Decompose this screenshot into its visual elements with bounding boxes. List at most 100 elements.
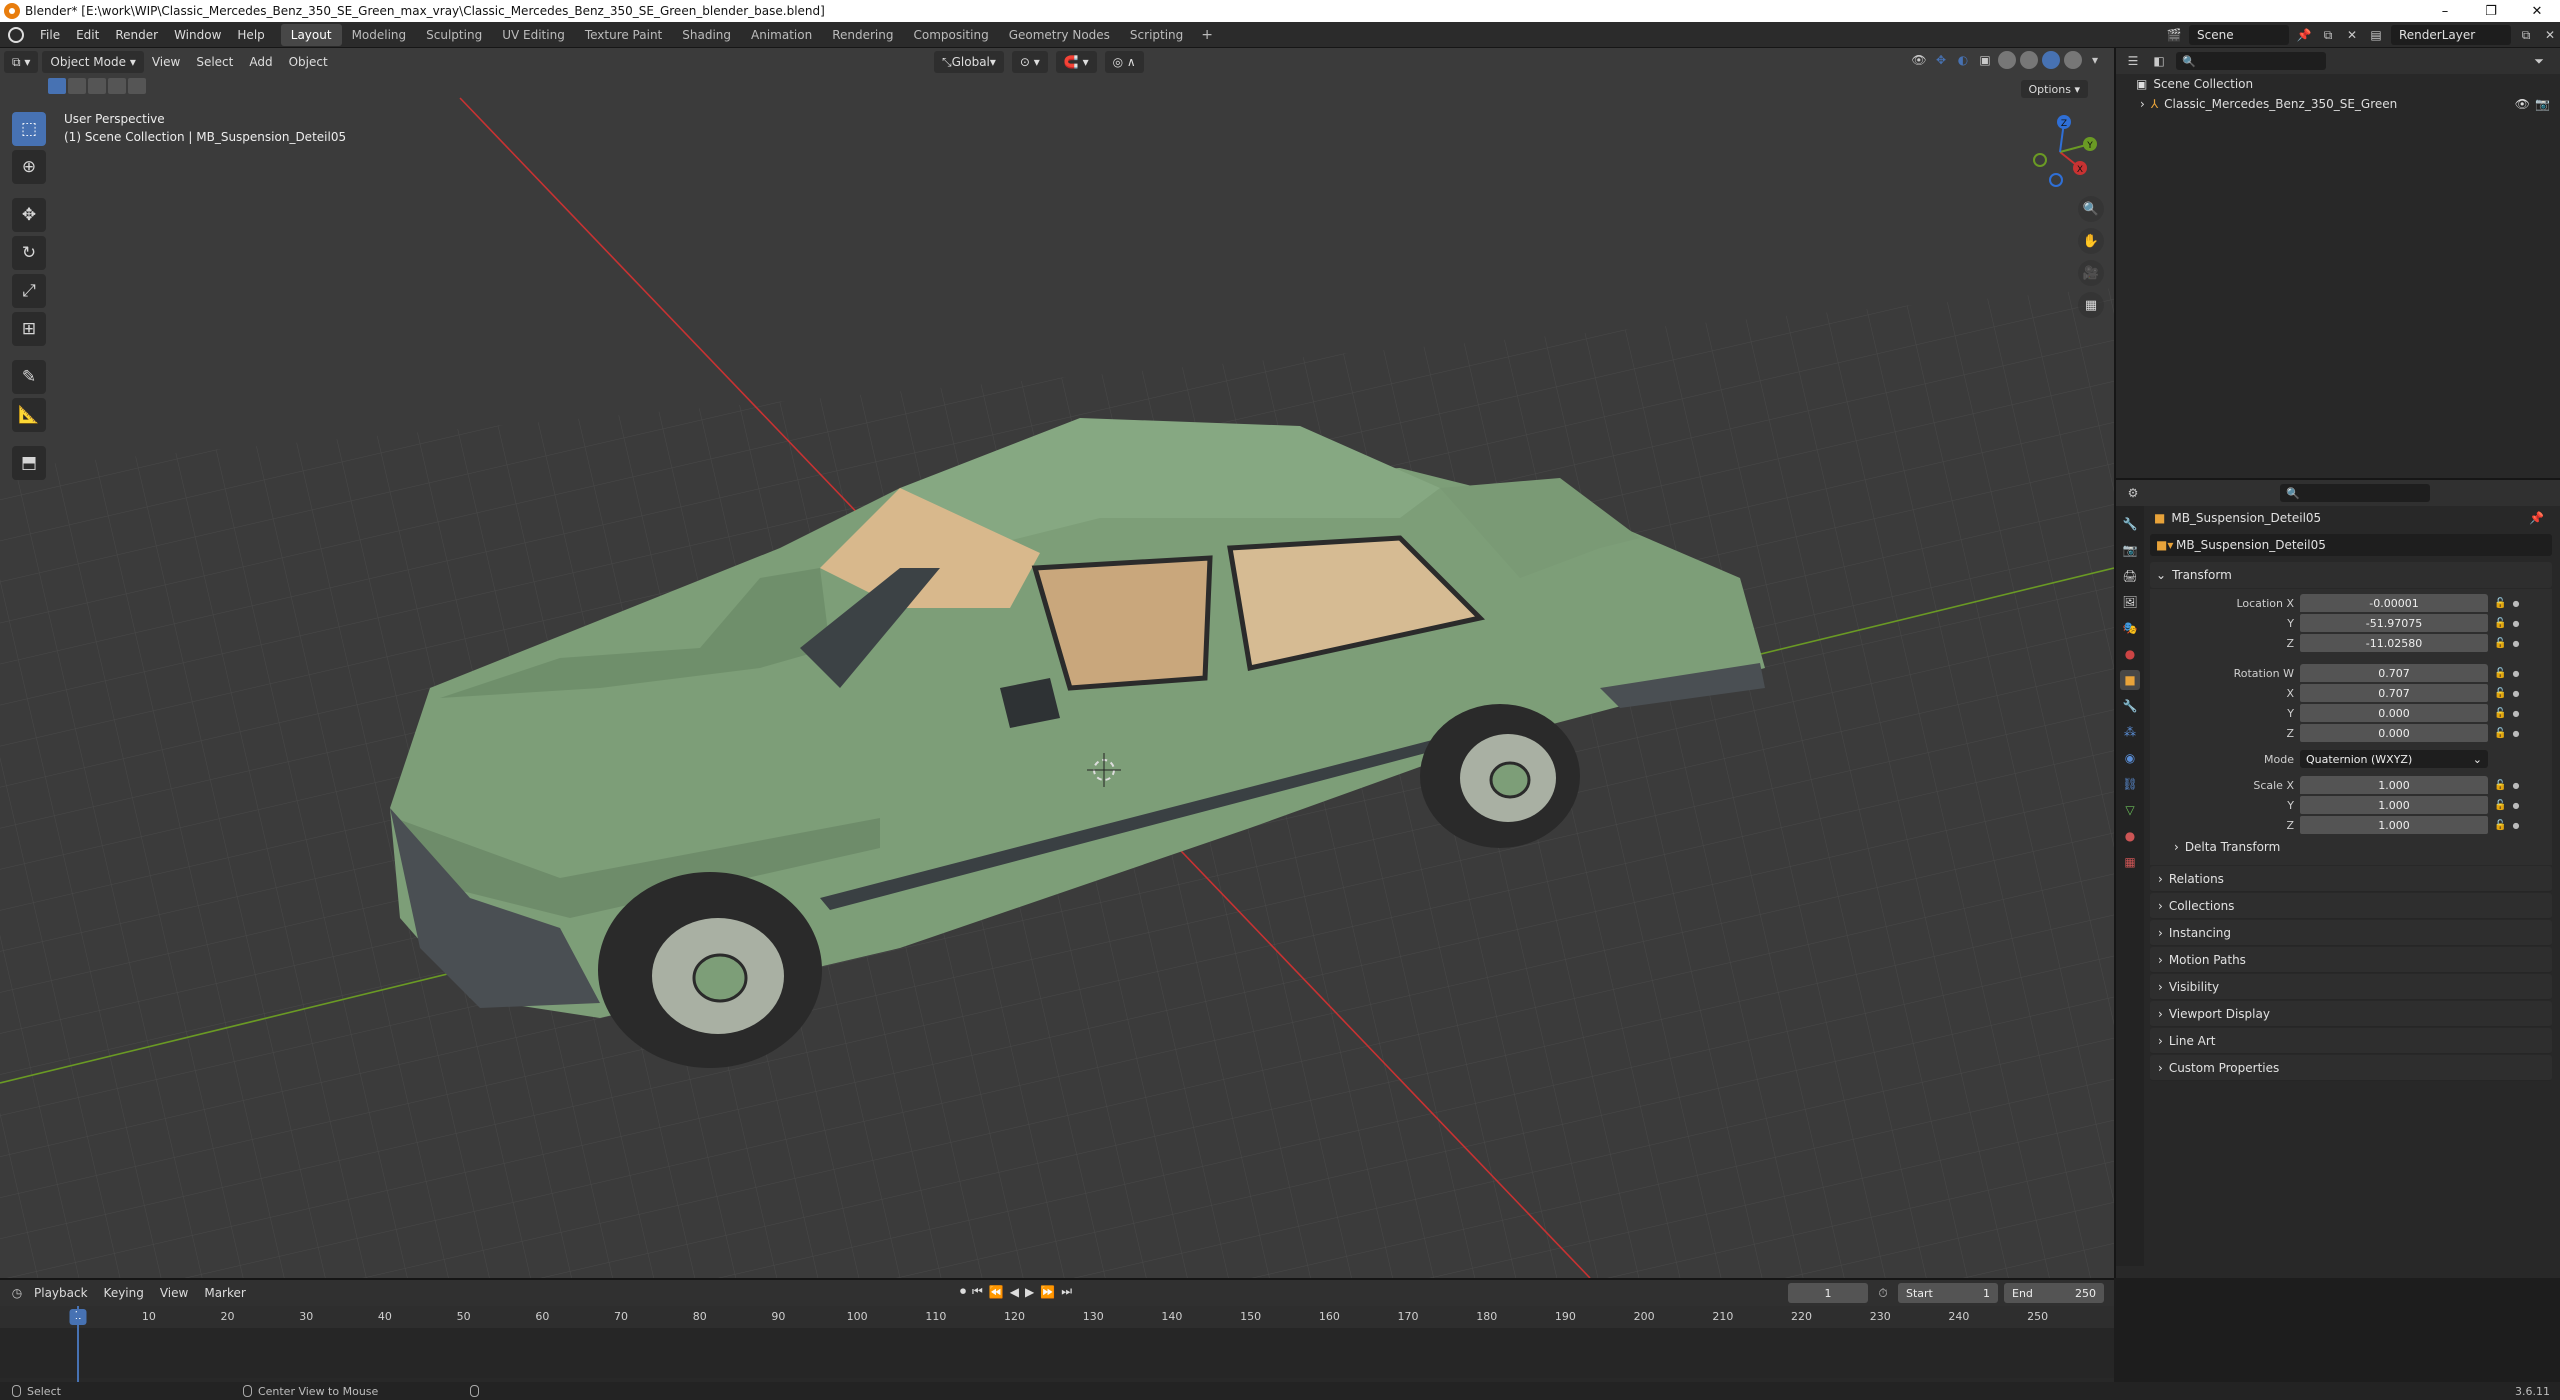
keyframe-dot-icon[interactable]: ●	[2512, 669, 2519, 678]
viewport-menu-object[interactable]: Object	[281, 55, 336, 69]
timeline-menu-keying[interactable]: Keying	[96, 1286, 152, 1300]
panel-instancing[interactable]: › Instancing	[2150, 920, 2552, 946]
lock-icon[interactable]: 🔓	[2494, 820, 2506, 831]
lock-icon[interactable]: 🔓	[2494, 598, 2506, 609]
lock-icon[interactable]: 🔓	[2494, 800, 2506, 811]
camera-view-icon[interactable]: 🎥	[2078, 260, 2104, 286]
outliner-item[interactable]: › ⅄ Classic_Mercedes_Benz_350_SE_Green 👁…	[2116, 94, 2560, 114]
rotation-mode-select[interactable]: Quaternion (WXYZ) ⌄	[2300, 750, 2488, 768]
lock-icon[interactable]: 🔓	[2494, 638, 2506, 649]
object-name-field[interactable]: ■▾ MB_Suspension_Deteil05	[2150, 534, 2552, 556]
mode-selector[interactable]: Object Mode ▾	[42, 51, 144, 73]
display-mode-icon[interactable]: ◧	[2150, 52, 2168, 70]
ortho-grid-icon[interactable]: ▦	[2078, 292, 2104, 318]
lock-icon[interactable]: 🔓	[2494, 688, 2506, 699]
timeline-editor-icon[interactable]: ◷	[8, 1284, 26, 1302]
lock-icon[interactable]: 🔓	[2494, 708, 2506, 719]
scale-x-field[interactable]: 1.000	[2300, 776, 2488, 794]
panel-relations[interactable]: › Relations	[2150, 866, 2552, 892]
transform-icon[interactable]: ⊞	[12, 312, 46, 346]
close-button[interactable]: ✕	[2514, 0, 2560, 22]
keyframe-dot-icon[interactable]: ●	[2512, 781, 2519, 790]
zoom-icon[interactable]: 🔍	[2078, 196, 2104, 222]
blender-menu-icon[interactable]	[8, 26, 24, 43]
add-workspace-icon[interactable]: +	[1193, 27, 1221, 43]
properties-editor-icon[interactable]: ⚙	[2124, 484, 2142, 502]
navigation-gizmo[interactable]: X Y Z	[2020, 112, 2100, 192]
physics-tab-icon[interactable]: ◉	[2120, 748, 2140, 768]
jump-end-icon[interactable]: ⏭	[1061, 1284, 1072, 1299]
tab-animation[interactable]: Animation	[741, 24, 822, 46]
object-tab-icon[interactable]: ■	[2120, 670, 2140, 690]
rotation-w-field[interactable]: 0.707	[2300, 664, 2488, 682]
tab-scripting[interactable]: Scripting	[1120, 24, 1193, 46]
constraints-tab-icon[interactable]: ⛓	[2120, 774, 2140, 794]
material-tab-icon[interactable]: ●	[2120, 826, 2140, 846]
texture-tab-icon[interactable]: ▦	[2120, 852, 2140, 872]
keyframe-dot-icon[interactable]: ●	[2512, 709, 2519, 718]
viewport-menu-view[interactable]: View	[144, 55, 188, 69]
proportional-edit-icon[interactable]: ◎ ∧	[1104, 51, 1144, 73]
wireframe-shading-icon[interactable]	[1998, 51, 2016, 69]
lock-icon[interactable]: 🔓	[2494, 618, 2506, 629]
panel-visibility[interactable]: › Visibility	[2150, 974, 2552, 1000]
scene-name-field[interactable]: Scene	[2189, 25, 2289, 45]
tab-geometry-nodes[interactable]: Geometry Nodes	[999, 24, 1120, 46]
solid-shading-icon[interactable]	[2020, 51, 2038, 69]
restore-button[interactable]: ❐	[2468, 0, 2514, 22]
modifier-tab-icon[interactable]: 🔧	[2120, 696, 2140, 716]
cursor-icon[interactable]: ⊕	[12, 150, 46, 184]
scale-icon[interactable]: ⤢	[12, 274, 46, 308]
hide-eye-icon[interactable]: 👁	[2515, 97, 2530, 111]
pin-icon[interactable]: 📌	[2295, 26, 2313, 44]
view-layer-field[interactable]: RenderLayer	[2391, 25, 2511, 45]
options-dropdown[interactable]: Options ▾	[2020, 80, 2088, 98]
xray-toggle-icon[interactable]: ▣	[1976, 51, 1994, 69]
play-reverse-icon[interactable]: ◀	[1010, 1285, 1019, 1299]
editor-type-button[interactable]: ⧉ ▾	[4, 51, 39, 73]
play-icon[interactable]: ▶	[1025, 1285, 1034, 1299]
scale-z-field[interactable]: 1.000	[2300, 816, 2488, 834]
menu-file[interactable]: File	[32, 22, 68, 48]
data-tab-icon[interactable]: ▽	[2120, 800, 2140, 820]
properties-search-input[interactable]: 🔍	[2280, 484, 2430, 502]
new-scene-icon[interactable]: ⧉	[2319, 26, 2337, 44]
3d-viewport[interactable]: ⧉ ▾ Object Mode ▾ View Select Add Object…	[0, 48, 2114, 1278]
new-layer-icon[interactable]: ⧉	[2517, 26, 2535, 44]
rotation-y-field[interactable]: 0.000	[2300, 704, 2488, 722]
measure-icon[interactable]: 📐	[12, 398, 46, 432]
tab-rendering[interactable]: Rendering	[822, 24, 903, 46]
lock-icon[interactable]: 🔓	[2494, 728, 2506, 739]
viewport-scene[interactable]	[0, 48, 2114, 1278]
keyframe-dot-icon[interactable]: ●	[2512, 729, 2519, 738]
next-keyframe-icon[interactable]: ⏩	[1040, 1285, 1055, 1299]
menu-window[interactable]: Window	[166, 22, 229, 48]
particles-tab-icon[interactable]: ⁂	[2120, 722, 2140, 742]
output-tab-icon[interactable]: 🖨	[2120, 566, 2140, 586]
delete-scene-icon[interactable]: ✕	[2343, 26, 2361, 44]
delta-transform-subpanel[interactable]: › Delta Transform	[2150, 835, 2552, 859]
keyframe-dot-icon[interactable]: ●	[2512, 639, 2519, 648]
pan-hand-icon[interactable]: ✋	[2078, 228, 2104, 254]
tab-uv-editing[interactable]: UV Editing	[492, 24, 575, 46]
scale-y-field[interactable]: 1.000	[2300, 796, 2488, 814]
viewport-menu-add[interactable]: Add	[241, 55, 280, 69]
tab-layout[interactable]: Layout	[280, 23, 342, 46]
stopwatch-icon[interactable]: ⏱	[1874, 1284, 1892, 1302]
keyframe-dot-icon[interactable]: ●	[2512, 619, 2519, 628]
panel-viewport-display[interactable]: › Viewport Display	[2150, 1001, 2552, 1027]
tab-compositing[interactable]: Compositing	[903, 24, 998, 46]
view-layer-icon[interactable]: ▤	[2367, 26, 2385, 44]
location-z-field[interactable]: -11.02580	[2300, 634, 2488, 652]
delete-layer-icon[interactable]: ✕	[2541, 26, 2559, 44]
expand-chevron-icon[interactable]: ›	[2140, 97, 2145, 111]
render-tab-icon[interactable]: 📷	[2120, 540, 2140, 560]
tab-texture-paint[interactable]: Texture Paint	[575, 24, 672, 46]
world-tab-icon[interactable]: ●	[2120, 644, 2140, 664]
keyframe-dot-icon[interactable]: ●	[2512, 689, 2519, 698]
rotation-x-field[interactable]: 0.707	[2300, 684, 2488, 702]
keyframe-dot-icon[interactable]: ●	[2512, 599, 2519, 608]
tab-modeling[interactable]: Modeling	[342, 24, 417, 46]
filter-icon[interactable]: ⏷	[2530, 52, 2548, 70]
outliner-editor-icon[interactable]: ☰	[2124, 52, 2142, 70]
